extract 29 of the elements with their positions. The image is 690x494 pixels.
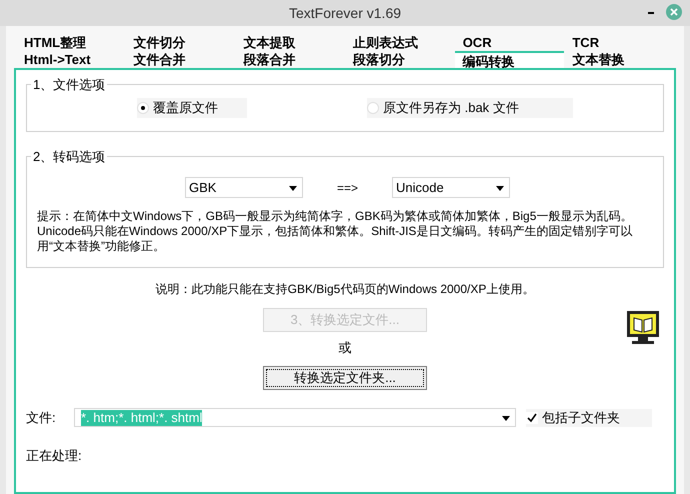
book-monitor-icon [626,310,660,346]
radio-button[interactable] [137,102,149,114]
window-title: TextForever v1.69 [288,4,402,22]
tab[interactable]: 文本提取 [235,34,346,51]
tab[interactable]: 止则表达式 [345,34,455,51]
radio-option[interactable]: 覆盖原文件 [137,98,247,118]
tab[interactable]: 文件切分 [126,34,236,51]
arrow-text: ==> [337,180,358,196]
encoding-select[interactable]: Unicode [392,177,510,198]
checkbox-option[interactable]: 包括子文件夹 [526,408,652,427]
tab[interactable]: HTML整理 [16,34,126,51]
processing-label: 正在处理: [26,446,83,464]
or-text: 或 [338,339,352,358]
tab[interactable]: TCR [564,34,674,51]
tab[interactable]: 段落切分 [345,51,455,68]
tab[interactable]: OCR [454,34,564,51]
checkbox[interactable] [526,412,538,424]
note-text: 说明：此功能只能在支持GBK/Big5代码页的Windows 2000/XP上使用。 [156,281,534,298]
tab[interactable]: 文本替换 [564,51,674,68]
hint-text: 提示：在简体中文Windows下，GB码一般显示为纯简体字，GBK码为繁体或简体加繁体，Big5一般显示为乱码。Unicode码只能在Windows 2000/XP下显示，包括简体和繁体。Shift-JIS是日文编码。转码产生的固定错别字可以用“文本替换”功能修正。 [37,209,634,254]
tab[interactable]: 编码转换 [454,51,564,68]
radio-option[interactable]: 原文件另存为 .bak 文件 [367,98,573,118]
encoding-select[interactable]: GBK [185,177,303,198]
tab[interactable]: Html->Text [16,51,126,68]
file-label: 文件: [26,409,57,427]
tab[interactable]: 文件合并 [126,51,236,68]
tab[interactable]: 段落合并 [235,51,346,68]
convert-button[interactable]: 转换选定文件夹... [263,366,427,390]
radio-button[interactable] [367,102,379,114]
